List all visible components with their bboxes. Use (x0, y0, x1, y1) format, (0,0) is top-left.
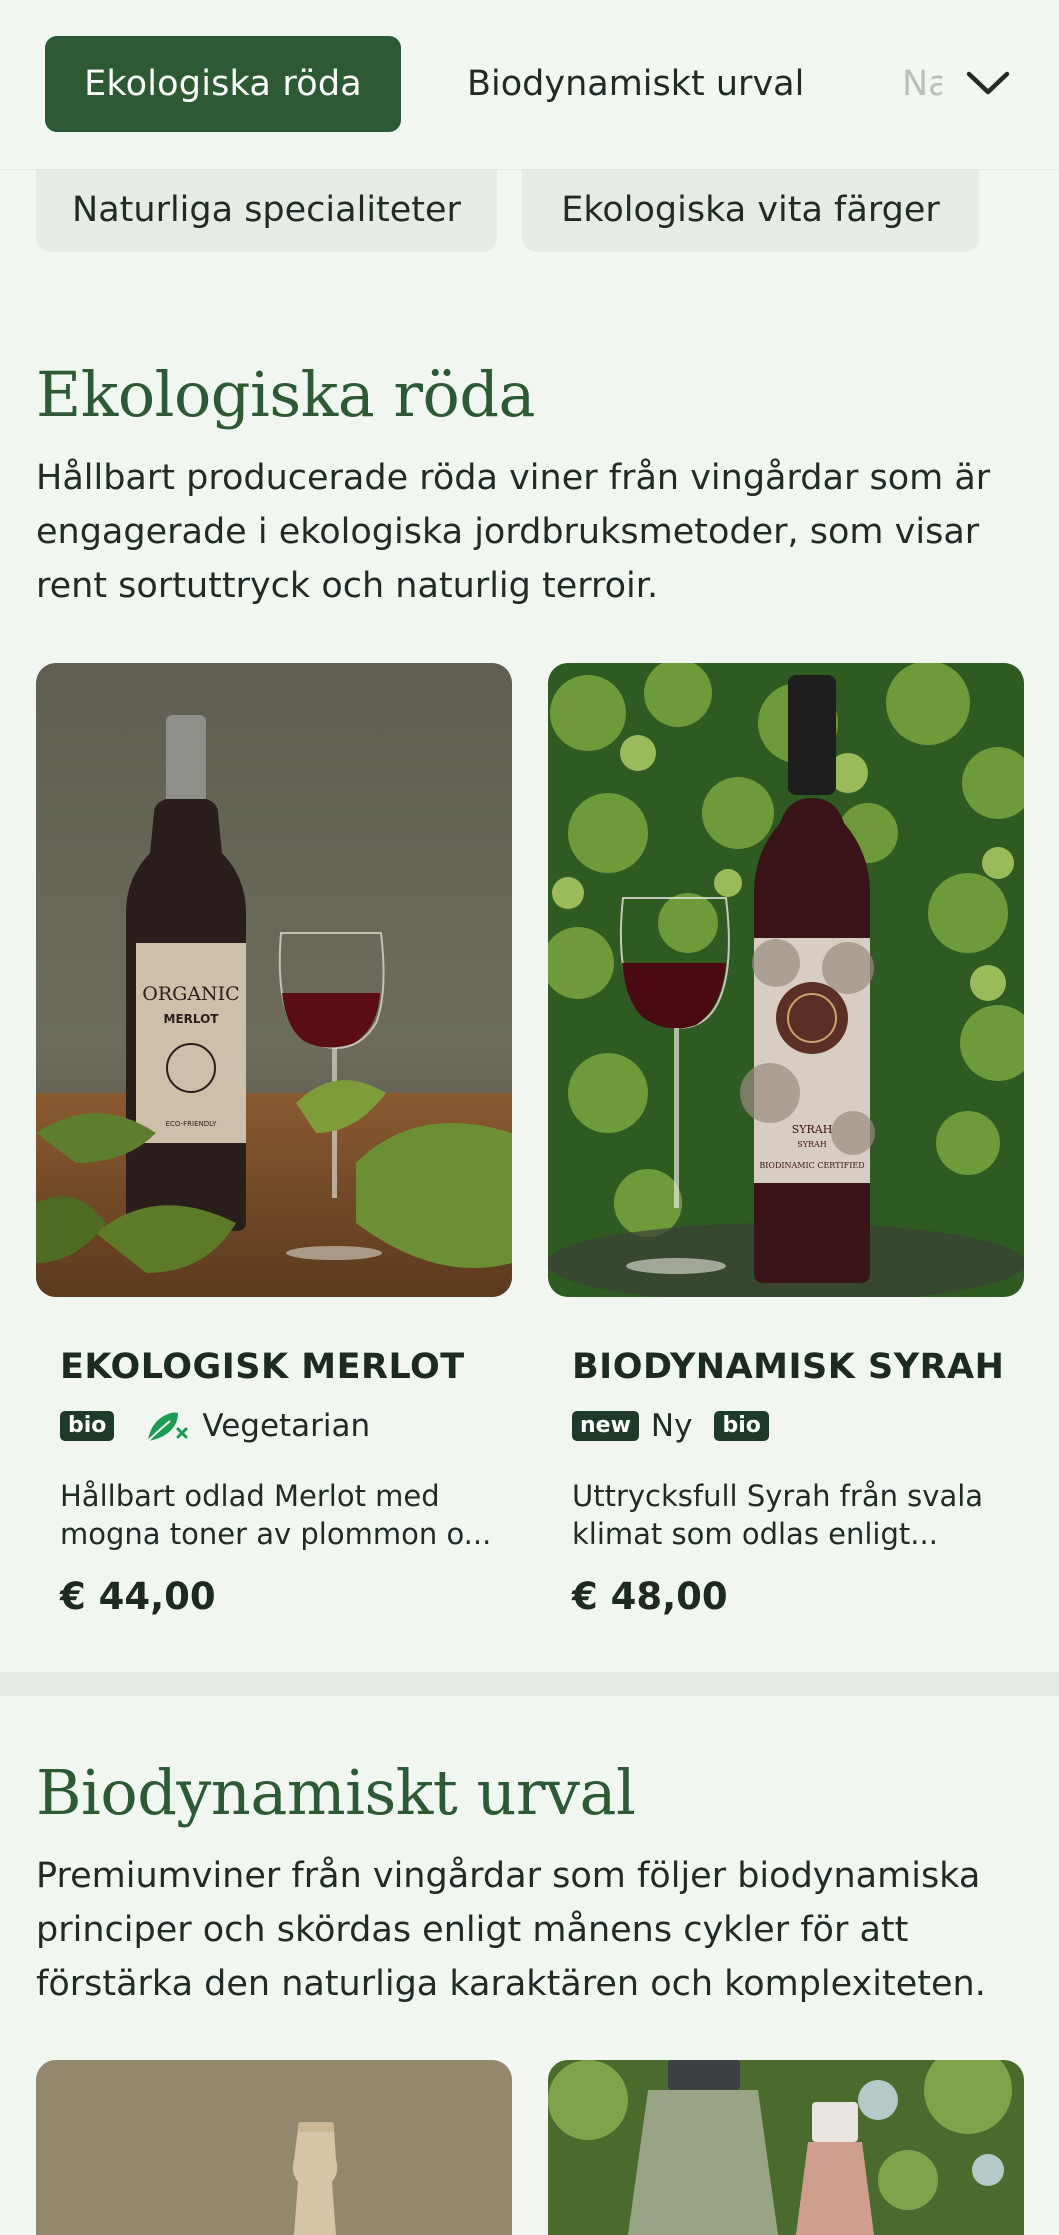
section-divider (0, 1672, 1059, 1696)
tab-ekologiska-roda[interactable]: Ekologiska röda (45, 36, 401, 132)
product-description-line: mogna toner av plommon o... (60, 1517, 492, 1551)
product-description: Uttrycksfull Syrah från svala klimat som… (572, 1477, 1012, 1553)
bottle-label-text: ECO-FRIENDLY (166, 1120, 218, 1128)
product-image-syrah[interactable]: SYRAH SYRAH BIODINAMIC CERTIFIED (548, 663, 1024, 1297)
bottle-label-text: BIODINAMIC CERTIFIED (759, 1161, 864, 1170)
chip-ekologiska-vita-farger[interactable]: Ekologiska vita färger (522, 168, 979, 252)
product-image-merlot[interactable]: ORGANIC MERLOT ECO-FRIENDLY (36, 663, 512, 1297)
product-name[interactable]: BIODYNAMISK SYRAH (572, 1347, 1004, 1387)
new-label: Ny (650, 1408, 693, 1444)
vegetarian-leaf-icon (144, 1407, 190, 1445)
product-card-ekologisk-merlot[interactable]: ORGANIC MERLOT ECO-FRIENDLY EKOLOGISK ME… (36, 663, 512, 1618)
product-card[interactable] (36, 2060, 512, 2235)
category-tab-bar: Ekologiska röda Biodynamiskt urval Natur… (0, 0, 1059, 170)
vegetarian-label: Vegetarian (202, 1408, 371, 1444)
section-description: Premiumviner från vingårdar som följer b… (36, 1856, 986, 2004)
product-description-line: klimat som odlas enligt... (572, 1517, 938, 1551)
chip-naturliga-specialiteter[interactable]: Naturliga specialiteter (36, 168, 497, 252)
product-price: € 44,00 (60, 1575, 216, 1618)
section-title-biodynamiskt-urval: Biodynamiskt urval (36, 1756, 636, 1829)
section-description: Hållbart producerade röda viner från vin… (36, 458, 991, 606)
chevron-down-icon[interactable] (960, 56, 1016, 112)
product-image[interactable] (548, 2060, 1024, 2235)
product-card[interactable] (548, 2060, 1024, 2235)
bio-badge: bio (714, 1411, 769, 1441)
section-title-ekologiska-roda: Ekologiska röda (36, 358, 536, 431)
product-name[interactable]: EKOLOGISK MERLOT (60, 1347, 465, 1387)
product-description-line: Uttrycksfull Syrah från svala (572, 1479, 984, 1513)
bottle-label-text: MERLOT (164, 1012, 220, 1026)
product-card-biodynamisk-syrah[interactable]: SYRAH SYRAH BIODINAMIC CERTIFIED BIODYNA… (548, 663, 1024, 1618)
product-price: € 48,00 (572, 1575, 728, 1618)
product-description-line: Hållbart odlad Merlot med (60, 1479, 440, 1513)
tab-naturliga-specialiteter[interactable]: Naturliga specialiteter (902, 36, 942, 132)
tab-biodynamiskt-urval[interactable]: Biodynamiskt urval (467, 36, 804, 132)
bio-badge: bio (60, 1411, 115, 1441)
bottle-label-text: SYRAH (792, 1123, 833, 1136)
product-badges: new Ny bio (572, 1403, 769, 1449)
bottle-label-text: ORGANIC (142, 983, 239, 1005)
bottle-label-text: SYRAH (797, 1140, 827, 1149)
new-badge: new (572, 1411, 639, 1441)
product-description: Hållbart odlad Merlot med mogna toner av… (60, 1477, 500, 1553)
product-badges: bio Vegetarian (60, 1403, 380, 1449)
product-image[interactable] (36, 2060, 512, 2235)
